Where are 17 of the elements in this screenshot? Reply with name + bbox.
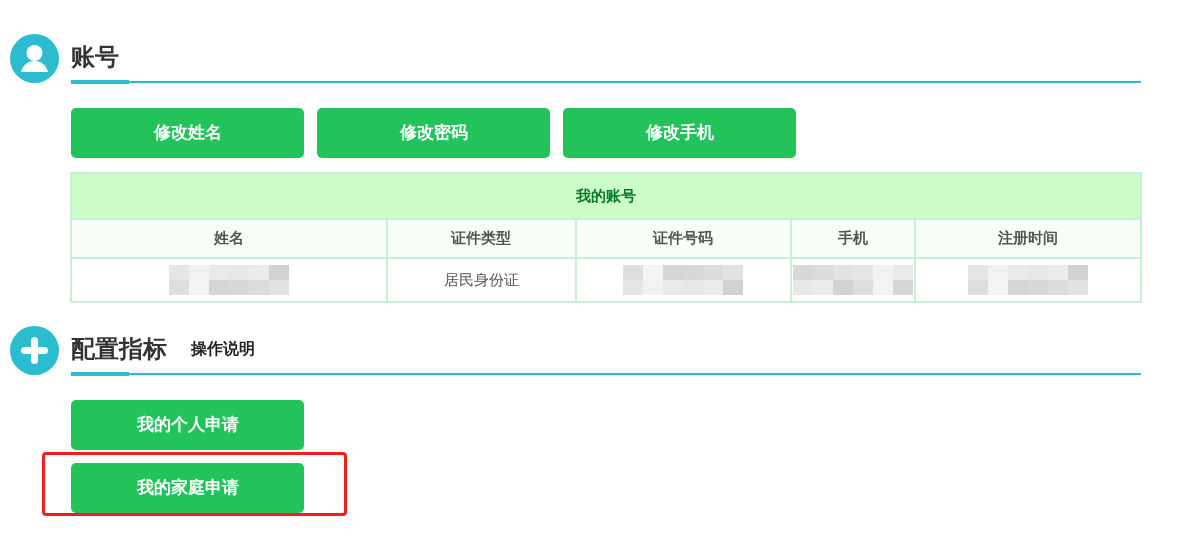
instructions-link[interactable]: 操作说明	[191, 337, 255, 361]
action-button[interactable]: 修改手机	[563, 108, 796, 158]
plus-icon	[10, 325, 59, 375]
column-header: 证件类型	[386, 219, 577, 258]
table-caption: 我的账号	[71, 173, 1141, 219]
person-icon	[10, 33, 59, 83]
section-title: 账号	[71, 42, 119, 73]
column-header: 手机	[790, 219, 915, 258]
action-button[interactable]: 我的家庭申请	[71, 463, 304, 513]
action-button[interactable]: 修改密码	[317, 108, 550, 158]
section-title: 配置指标	[71, 334, 167, 365]
action-button[interactable]: 我的个人申请	[71, 400, 304, 450]
action-button[interactable]: 修改姓名	[71, 108, 304, 158]
column-header: 注册时间	[914, 219, 1141, 258]
table-cell: 居民身份证	[386, 258, 577, 302]
column-header: 姓名	[71, 219, 387, 258]
column-header: 证件号码	[576, 219, 791, 258]
